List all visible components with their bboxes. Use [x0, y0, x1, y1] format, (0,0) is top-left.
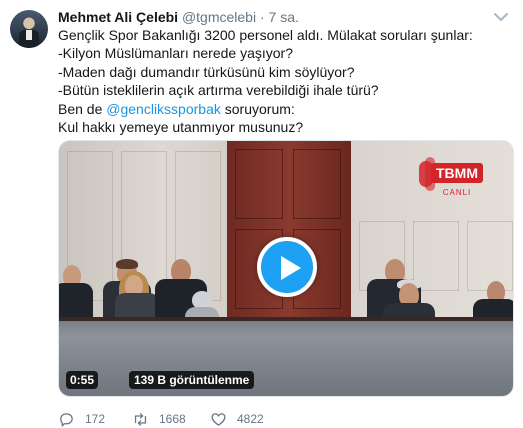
wood-panel: [293, 149, 341, 219]
like-icon: [211, 412, 226, 426]
author-handle[interactable]: @tgmcelebi: [182, 9, 256, 25]
reply-button[interactable]: 172: [58, 410, 105, 428]
play-button[interactable]: [257, 237, 317, 297]
tbmm-logo-text: TBMM: [436, 165, 478, 181]
like-button[interactable]: 4822: [210, 410, 264, 428]
avatar[interactable]: [10, 10, 48, 48]
header-separator: ·: [259, 9, 265, 25]
tweet-text-line: -Kilyon Müslümanları nerede yaşıyor?: [58, 45, 293, 62]
wall-panel: [413, 221, 459, 291]
tweet-actions: 172 1668 4822: [58, 410, 458, 428]
retweet-count: 1668: [159, 412, 186, 426]
wall-panel: [467, 221, 513, 291]
tweet: Mehmet Ali Çelebi @tgmcelebi · 7 sa. Gen…: [0, 0, 523, 428]
tweet-text-line: -Maden dağı dumandır türküsünü kim söylü…: [58, 63, 355, 80]
tweet-time[interactable]: 7 sa.: [269, 9, 299, 25]
tweet-text: Gençlik Spor Bakanlığı 3200 personel ald…: [58, 26, 508, 136]
mention-suffix: soruyorum:: [220, 100, 295, 117]
author-name[interactable]: Mehmet Ali Çelebi: [58, 9, 178, 25]
like-count: 4822: [237, 412, 264, 426]
tweet-text-line: Kul hakkı yemeye utanmıyor musunuz?: [58, 119, 304, 136]
view-count: 139 B görüntülenme: [129, 371, 255, 389]
retweet-button[interactable]: 1668: [132, 410, 186, 428]
wood-panel: [235, 149, 283, 219]
tbmm-live-text: CANLI: [443, 188, 472, 197]
video-player[interactable]: TBMM CANLI 0:55 139 B görüntülenme: [58, 140, 514, 397]
retweet-icon: [134, 412, 147, 426]
tweet-text-mention-line: Ben de @genclikssporbak soruyorum:: [58, 100, 508, 118]
tweet-header: Mehmet Ali Çelebi @tgmcelebi · 7 sa.: [58, 8, 483, 26]
mention-prefix: Ben de: [58, 100, 107, 117]
reply-icon: [60, 412, 73, 427]
mention-link[interactable]: @genclikssporbak: [106, 101, 221, 117]
video-duration: 0:55: [66, 371, 99, 389]
play-icon: [281, 256, 301, 280]
reply-count: 172: [85, 412, 106, 426]
tweet-text-line: -Bütün isteklilerin açık artırma verebil…: [58, 82, 379, 99]
chevron-down-icon[interactable]: [493, 10, 509, 22]
tweet-text-line: Gençlik Spor Bakanlığı 3200 personel ald…: [58, 27, 473, 43]
tbmm-logo: TBMM CANLI: [417, 155, 485, 201]
avatar-shirt: [26, 30, 32, 40]
desk: [59, 321, 513, 396]
